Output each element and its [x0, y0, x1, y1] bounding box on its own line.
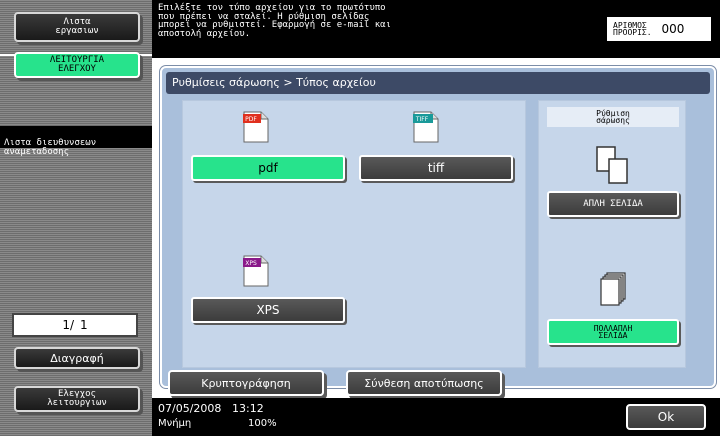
destination-counter-label: ΑΡΙΘΜΟΣ ΠΡΟΟΡΙΣ.: [613, 21, 652, 37]
tiff-button[interactable]: tiff: [359, 155, 513, 181]
multi-page-icon: [600, 272, 626, 306]
memory-label: Μνήμη: [158, 418, 192, 429]
address-list-tab[interactable]: Λιστα διευθυνσεων αναμεταδοσης: [0, 126, 152, 157]
job-list-button[interactable]: Λιστα εργασιων: [14, 12, 140, 42]
destination-counter-value: 000: [661, 22, 685, 36]
pdf-label: pdf: [258, 161, 278, 175]
settings-panel: Ρυθμίσεις σάρωσης > Τύπος αρχείου PDF pd…: [160, 66, 716, 388]
instruction-text: Επιλέξτε τον τύπο αρχείου για το πρωτότυ…: [158, 3, 391, 39]
destination-counter: ΑΡΙΘΜΟΣ ΠΡΟΟΡΙΣ. 000: [606, 16, 712, 42]
pdf-file-icon: PDF: [243, 111, 269, 143]
main-frame: Ρυθμίσεις σάρωσης > Τύπος αρχείου PDF pd…: [152, 58, 720, 398]
composition-label: Σύνθεση αποτύπωσης: [364, 376, 484, 390]
ok-button[interactable]: Ok: [626, 404, 706, 430]
multi-page-label: ΠΟΛΛΑΠΛΗ ΣΕΛΙΔΑ: [593, 324, 633, 340]
scan-setting-area: Ρύθμιση σάρωσης ΑΠΛΗ ΣΕΛΙΔΑ ΠΟΛΛΑΠΛΗ ΣΕΛ…: [538, 100, 686, 368]
xps-label: XPS: [256, 303, 280, 317]
xps-button[interactable]: XPS: [191, 297, 345, 323]
multi-page-button[interactable]: ΠΟΛΛΑΠΛΗ ΣΕΛΙΔΑ: [547, 319, 679, 345]
job-list-label: Λιστα εργασιων: [55, 17, 99, 36]
page-total: 1: [80, 318, 88, 332]
check-function-label: Ελεγχος λειτουργιων: [47, 389, 107, 408]
tiff-label: tiff: [427, 161, 445, 175]
tiff-file-icon: TIFF: [413, 111, 439, 143]
check-mode-button[interactable]: ΛΕΙΤΟΥΡΓΙΑ ΕΛΕΓΧΟΥ: [14, 52, 140, 78]
single-page-label: ΑΠΛΗ ΣΕΛΙΔΑ: [583, 199, 643, 209]
xps-file-icon: XPS: [243, 255, 269, 287]
page-current: 1/: [62, 318, 75, 332]
tiff-tag: TIFF: [415, 116, 429, 123]
encryption-button[interactable]: Κρυπτογράφηση: [168, 370, 324, 396]
single-page-icon: [596, 146, 628, 184]
memory-value: 100%: [248, 418, 277, 429]
pdf-button[interactable]: pdf: [191, 155, 345, 181]
page-counter: 1/ 1: [12, 313, 138, 337]
xps-tag: XPS: [245, 260, 257, 267]
ok-label: Ok: [657, 410, 675, 424]
check-function-button[interactable]: Ελεγχος λειτουργιων: [14, 386, 140, 412]
encryption-label: Κρυπτογράφηση: [201, 376, 291, 390]
file-type-area: PDF pdf TIFF tiff XPS XPS: [182, 100, 526, 368]
status-time: 13:12: [232, 402, 264, 415]
check-mode-label: ΛΕΙΤΟΥΡΓΙΑ ΕΛΕΓΧΟΥ: [49, 55, 105, 74]
header-bar: Επιλέξτε τον τύπο αρχείου για το πρωτότυ…: [152, 0, 720, 58]
delete-button[interactable]: Διαγραφή: [14, 347, 140, 369]
breadcrumb: Ρυθμίσεις σάρωσης > Τύπος αρχείου: [166, 72, 710, 94]
pdf-tag: PDF: [245, 116, 257, 123]
delete-label: Διαγραφή: [50, 351, 104, 365]
left-panel: Λιστα εργασιων ΛΕΙΤΟΥΡΓΙΑ ΕΛΕΓΧΟΥ Λιστα …: [0, 0, 152, 436]
status-date: 07/05/2008: [158, 402, 222, 415]
single-page-button[interactable]: ΑΠΛΗ ΣΕΛΙΔΑ: [547, 191, 679, 217]
scan-setting-heading: Ρύθμιση σάρωσης: [547, 107, 679, 127]
composition-button[interactable]: Σύνθεση αποτύπωσης: [346, 370, 502, 396]
address-list-label: Λιστα διευθυνσεων αναμεταδοσης: [4, 138, 97, 157]
status-bar: 07/05/2008 13:12 Μνήμη 100% Ok: [152, 398, 720, 436]
